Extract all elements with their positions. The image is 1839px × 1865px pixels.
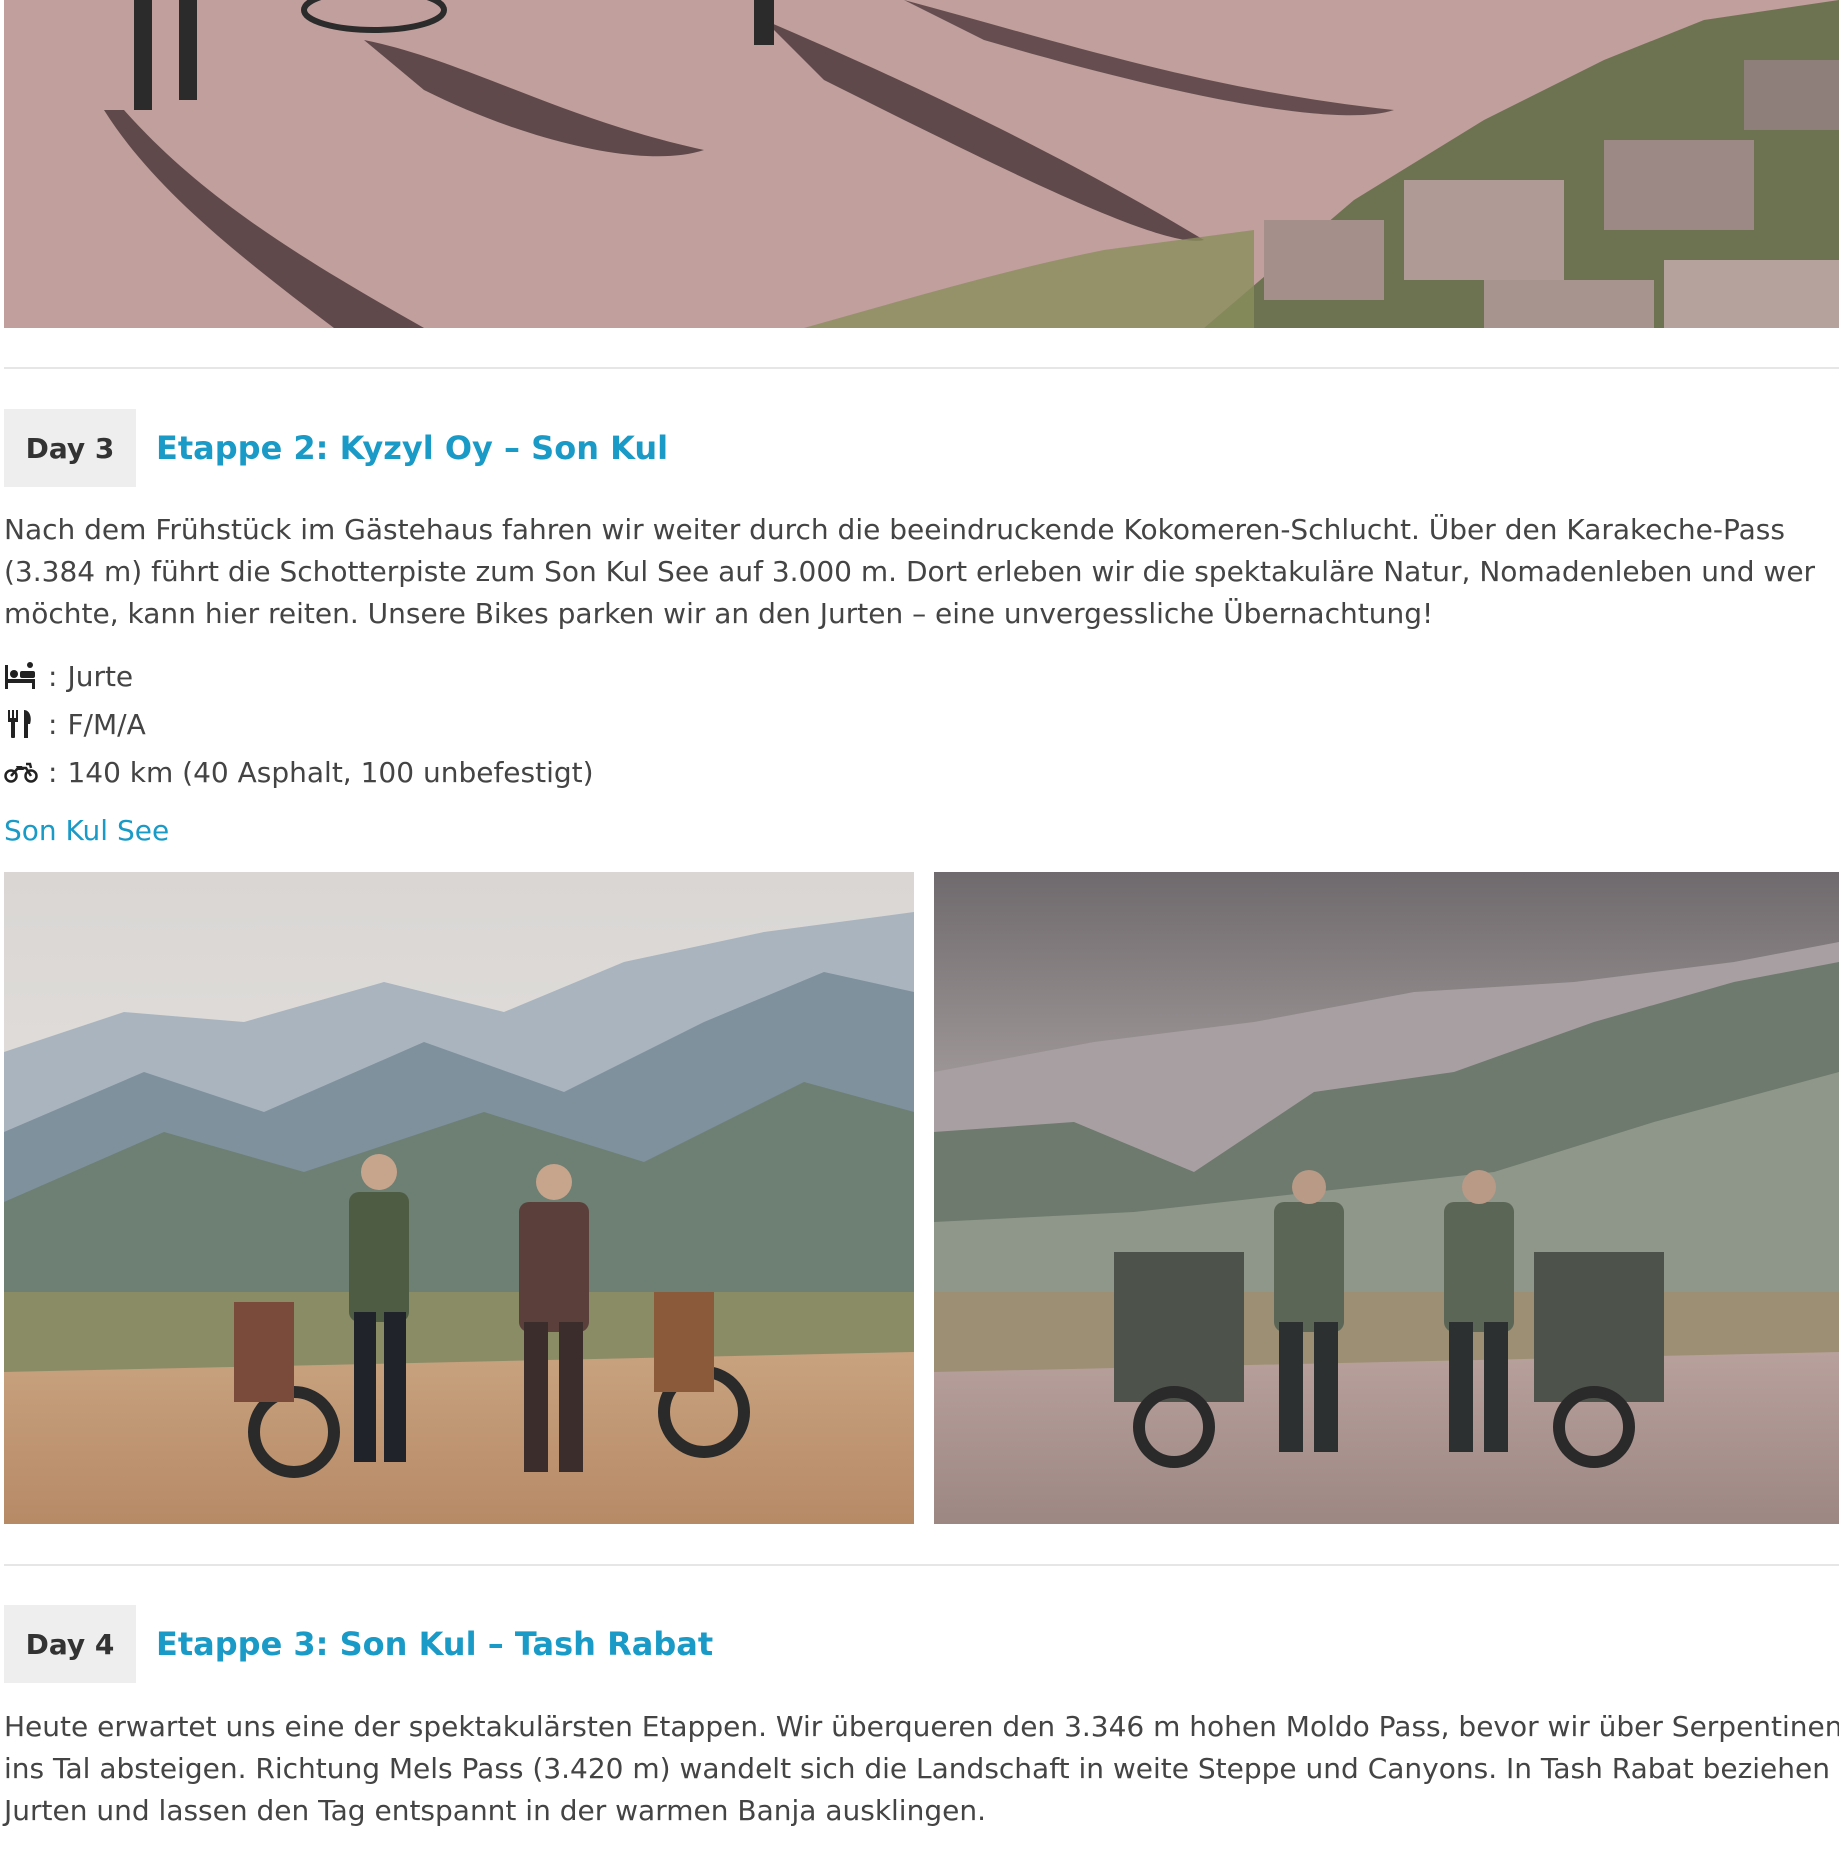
separator: : bbox=[48, 659, 58, 693]
bed-icon bbox=[4, 660, 40, 692]
accommodation-value: Jurte bbox=[67, 659, 134, 693]
gallery-image[interactable] bbox=[934, 872, 1839, 1524]
day-title: Etappe 3: Son Kul – Tash Rabat bbox=[156, 1625, 714, 1663]
separator: : bbox=[48, 707, 58, 741]
page: Day 3 Etappe 2: Kyzyl Oy – Son Kul Nach … bbox=[0, 0, 1839, 1865]
day-badge: Day 4 bbox=[4, 1605, 136, 1683]
day-title: Etappe 2: Kyzyl Oy – Son Kul bbox=[156, 429, 669, 467]
distance-row: : 140 km (40 Asphalt, 100 unbefestigt) bbox=[4, 752, 594, 792]
gallery-link[interactable]: Son Kul See bbox=[4, 814, 169, 847]
gallery-image[interactable] bbox=[4, 872, 914, 1524]
day-badge: Day 3 bbox=[4, 409, 136, 487]
distance-value: 140 km (40 Asphalt, 100 unbefestigt) bbox=[67, 755, 594, 789]
separator: : bbox=[48, 755, 58, 789]
top-photo bbox=[4, 0, 1839, 328]
section-divider bbox=[4, 367, 1839, 369]
description-line: Nach dem Frühstück im Gästehaus fahren w… bbox=[4, 513, 1785, 546]
day-description: Nach dem Frühstück im Gästehaus fahren w… bbox=[4, 509, 1834, 635]
cutlery-icon bbox=[4, 708, 40, 740]
description-line: Jurten und lassen den Tag entspannt in d… bbox=[4, 1794, 986, 1827]
section-divider bbox=[4, 1564, 1839, 1566]
meals-row: : F/M/A bbox=[4, 704, 146, 744]
description-line: möchte, kann hier reiten. Unsere Bikes p… bbox=[4, 597, 1434, 630]
day-description: Heute erwartet uns eine der spektakulärs… bbox=[4, 1706, 1839, 1832]
description-line: Heute erwartet uns eine der spektakulärs… bbox=[4, 1710, 1839, 1743]
day-header: Day 3 Etappe 2: Kyzyl Oy – Son Kul bbox=[4, 409, 668, 487]
description-line: ins Tal absteigen. Richtung Mels Pass (3… bbox=[4, 1752, 1839, 1785]
motorcycle-icon bbox=[4, 756, 40, 788]
day-header: Day 4 Etappe 3: Son Kul – Tash Rabat bbox=[4, 1605, 713, 1683]
meals-value: F/M/A bbox=[67, 707, 146, 741]
description-line: (3.384 m) führt die Schotterpiste zum So… bbox=[4, 555, 1816, 588]
accommodation-row: : Jurte bbox=[4, 656, 133, 696]
